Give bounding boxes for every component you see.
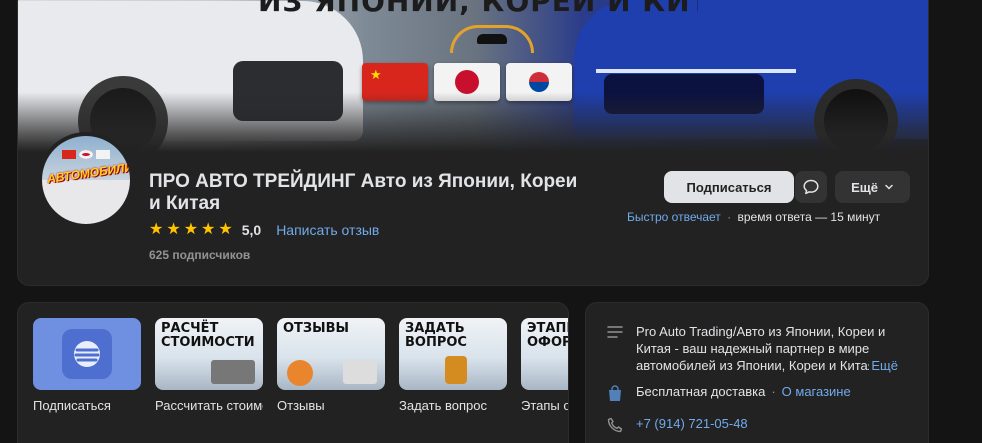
chevron-down-icon: [885, 184, 893, 190]
text-lines-icon: [606, 323, 624, 341]
star-icon: ★: [218, 221, 233, 238]
widget-thumb: РАСЧЁТ СТОИМОСТИ: [155, 318, 263, 390]
mini-car-icon: [477, 34, 507, 44]
widget-thumb: ЗАДАТЬ ВОПРОС: [399, 318, 507, 390]
star-icon: ★: [166, 221, 181, 238]
widgets-card: Подписаться РАСЧЁТ СТОИМОСТИ Рассчитать …: [17, 302, 569, 443]
profile-card: ИЗ ЯПОНИИ, КОРЕИ И КИТАЯ ★ АВТОМОБИЛИ ПР…: [17, 0, 929, 286]
star-icon: ★: [201, 221, 216, 238]
car-headlights: [596, 69, 796, 73]
widget-caption: Подписаться: [33, 398, 111, 413]
widget-thumb: ОТЗЫВЫ: [277, 318, 385, 390]
cover-image: ИЗ ЯПОНИИ, КОРЕИ И КИТАЯ ★: [18, 0, 928, 152]
phone-row: +7 (914) 721-05-48: [606, 416, 748, 434]
phone-link[interactable]: +7 (914) 721-05-48: [636, 416, 748, 431]
write-review-link[interactable]: Написать отзыв: [276, 222, 379, 238]
subscribe-button[interactable]: Подписаться: [664, 171, 794, 203]
widget-subscribe[interactable]: Подписаться: [33, 318, 141, 413]
widget-caption: Этапы оформления: [521, 398, 568, 413]
subscriber-count[interactable]: 625 подписчиков: [149, 248, 250, 262]
delivery-text: Бесплатная доставка: [636, 384, 766, 399]
description-text: Pro Auto Trading/Авто из Японии, Кореи и…: [636, 324, 898, 374]
message-button[interactable]: [795, 171, 827, 203]
widget-calc-cost[interactable]: РАСЧЁТ СТОИМОСТИ Рассчитать стоимость: [155, 318, 263, 413]
phone-icon: [606, 416, 624, 434]
widget-thumb: ЭТАПЫ ОФОРМЛЕНИЯ: [521, 318, 568, 390]
vk-widget-logo-icon: [62, 329, 112, 379]
description-row: Pro Auto Trading/Авто из Японии, Кореи и…: [606, 323, 898, 374]
avatar[interactable]: АВТОМОБИЛИ: [38, 132, 134, 228]
widget-reviews[interactable]: ОТЗЫВЫ Отзывы: [277, 318, 385, 413]
description-more-link[interactable]: Ещё: [869, 357, 898, 374]
cover-headline: ИЗ ЯПОНИИ, КОРЕИ И КИТАЯ: [258, 0, 698, 15]
about-shop-link[interactable]: О магазине: [782, 384, 851, 399]
widget-caption: Задать вопрос: [399, 398, 487, 413]
widget-stages[interactable]: ЭТАПЫ ОФОРМЛЕНИЯ Этапы оформления: [521, 318, 568, 413]
car-emblem-icon: [450, 25, 534, 53]
widget-caption: Отзывы: [277, 398, 325, 413]
shopping-bag-icon: [606, 384, 624, 402]
message-icon: [803, 179, 819, 195]
delivery-row: Бесплатная доставка · О магазине: [606, 384, 851, 402]
thumbs-up-icon: [287, 360, 313, 386]
avatar-flags: [62, 150, 110, 159]
cover-road: [18, 92, 928, 152]
more-button-label: Ещё: [851, 179, 878, 195]
widget-thumb: [33, 318, 141, 390]
response-time-text: время ответа — 15 минут: [737, 210, 881, 224]
info-card: Pro Auto Trading/Авто из Японии, Кореи и…: [585, 302, 929, 443]
calculator-icon: [211, 360, 255, 384]
page-title: ПРО АВТО ТРЕЙДИНГ Авто из Японии, Кореи …: [149, 171, 578, 214]
widget-ask-question[interactable]: ЗАДАТЬ ВОПРОС Задать вопрос: [399, 318, 507, 413]
response-time: Быстро отвечает · время ответа — 15 мину…: [627, 210, 881, 224]
fast-response-label[interactable]: Быстро отвечает: [627, 210, 721, 224]
rating-value: 5,0: [241, 222, 262, 238]
notepad-icon: [343, 360, 377, 384]
rating-row: ★ ★ ★ ★ ★ 5,0 Написать отзыв: [149, 221, 379, 239]
more-button[interactable]: Ещё: [835, 171, 910, 203]
star-icon: ★: [183, 221, 199, 238]
question-mark-icon: [445, 356, 467, 384]
star-icon: ★: [149, 221, 164, 238]
widget-caption: Рассчитать стоимость: [155, 398, 263, 413]
